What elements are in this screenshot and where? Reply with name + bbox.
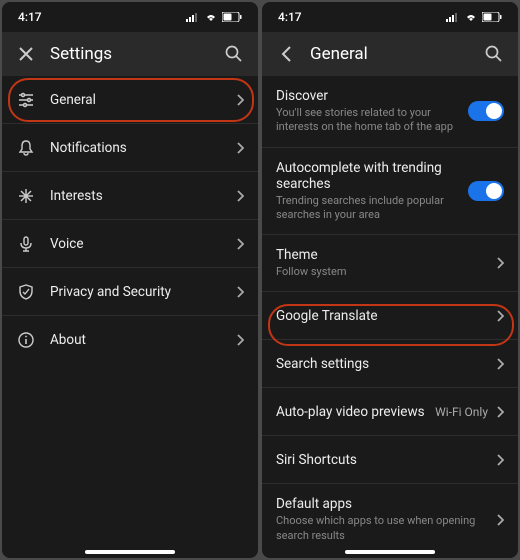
row-interests[interactable]: Interests [2,172,258,220]
battery-icon [222,12,242,22]
row-label: Voice [50,236,236,252]
row-subtitle: Choose which apps to use when opening se… [276,514,496,543]
sparkle-icon [16,186,36,206]
general-list: Discover You'll see stories related to y… [262,76,518,558]
chevron-right-icon [496,514,504,526]
row-label: General [50,92,236,108]
row-general[interactable]: General [2,76,258,124]
row-autoplay[interactable]: Auto-play video previews Wi-Fi Only [262,388,518,436]
status-bar: 4:17 [2,2,258,32]
chevron-right-icon [496,310,504,322]
autocomplete-toggle[interactable] [468,181,504,201]
page-title: Settings [50,44,210,64]
discover-toggle[interactable] [468,101,504,121]
info-icon [16,330,36,350]
search-icon[interactable] [222,42,246,66]
settings-screen: 4:17 Settings General Notifications [2,2,258,558]
settings-list: General Notifications Interests Voice [2,76,258,558]
row-label: Notifications [50,140,236,156]
status-bar: 4:17 [262,2,518,32]
row-label: Theme [276,247,496,263]
bell-icon [16,138,36,158]
row-discover[interactable]: Discover You'll see stories related to y… [262,76,518,148]
row-label: About [50,332,236,348]
row-label: Autocomplete with trending searches [276,160,468,192]
row-label: Discover [276,88,468,104]
general-screen: 4:17 General Discover You'll see stories… [262,2,518,558]
status-time: 4:17 [278,10,302,24]
chevron-right-icon [236,286,244,298]
wifi-icon [464,12,478,22]
row-about[interactable]: About [2,316,258,364]
header: General [262,32,518,76]
row-search-settings[interactable]: Search settings [262,340,518,388]
chevron-right-icon [236,238,244,250]
status-time: 4:17 [18,10,42,24]
row-subtitle: You'll see stories related to your inter… [276,106,468,135]
row-voice[interactable]: Voice [2,220,258,268]
row-theme[interactable]: Theme Follow system [262,235,518,292]
wifi-icon [204,12,218,22]
status-icons [446,12,502,22]
row-privacy[interactable]: Privacy and Security [2,268,258,316]
row-subtitle: Follow system [276,265,496,279]
mic-icon [16,234,36,254]
row-notifications[interactable]: Notifications [2,124,258,172]
chevron-right-icon [236,94,244,106]
signal-icon [446,12,460,22]
chevron-right-icon [496,454,504,466]
sliders-icon [16,90,36,110]
back-icon[interactable] [274,42,298,66]
home-indicator[interactable] [345,550,435,554]
chevron-right-icon [496,257,504,269]
row-label: Google Translate [276,308,496,324]
row-translate[interactable]: Google Translate [262,292,518,340]
chevron-right-icon [496,358,504,370]
row-label: Interests [50,188,236,204]
page-title: General [310,44,470,64]
chevron-right-icon [236,190,244,202]
row-subtitle: Trending searches include popular search… [276,194,468,223]
row-label: Default apps [276,496,496,512]
row-label: Siri Shortcuts [276,452,496,468]
close-icon[interactable] [14,42,38,66]
row-label: Privacy and Security [50,284,236,300]
search-icon[interactable] [482,42,506,66]
shield-icon [16,282,36,302]
row-label: Search settings [276,356,496,372]
chevron-right-icon [236,142,244,154]
row-value: Wi-Fi Only [435,405,488,419]
chevron-right-icon [236,334,244,346]
row-default-apps[interactable]: Default apps Choose which apps to use wh… [262,484,518,555]
signal-icon [186,12,200,22]
chevron-right-icon [496,406,504,418]
row-label: Auto-play video previews [276,404,435,420]
home-indicator[interactable] [85,550,175,554]
status-icons [186,12,242,22]
header: Settings [2,32,258,76]
row-autocomplete[interactable]: Autocomplete with trending searches Tren… [262,148,518,236]
row-siri[interactable]: Siri Shortcuts [262,436,518,484]
battery-icon [482,12,502,22]
